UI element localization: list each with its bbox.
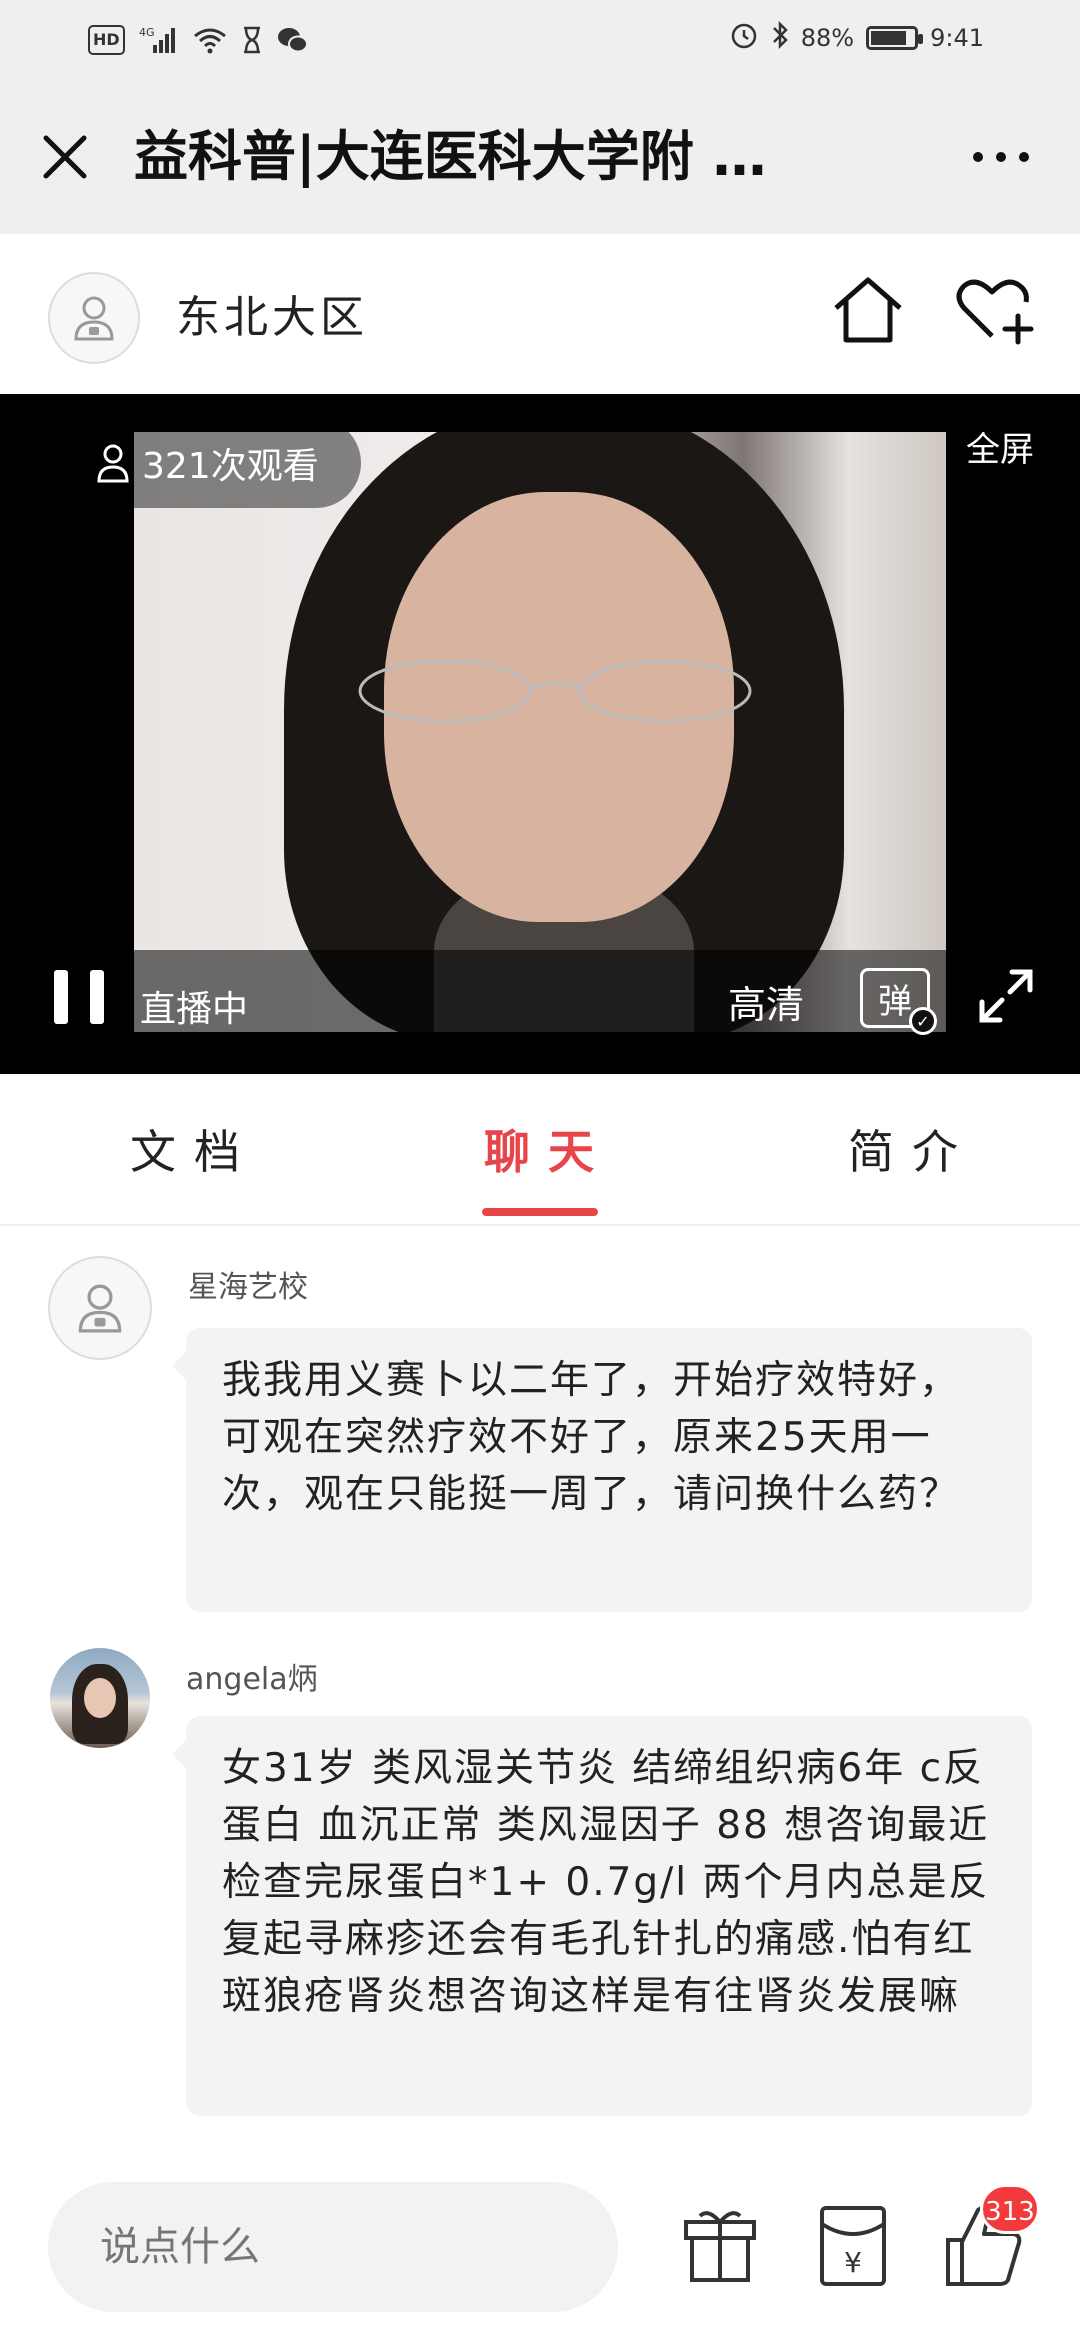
- user-icon: [74, 296, 114, 341]
- tab-intro[interactable]: 简介: [848, 1116, 976, 1182]
- alarm-icon: [729, 20, 759, 56]
- tab-docs[interactable]: 文档: [130, 1116, 258, 1182]
- gift-icon: [684, 2211, 756, 2282]
- hourglass-icon: [241, 20, 263, 60]
- viewer-count: 321次观看: [142, 446, 319, 487]
- message-bubble: 我我用义赛卜以二年了，开始疗效特好，可观在突然疗效不好了，原来25天用一次，观在…: [172, 1328, 1032, 1612]
- home-button[interactable]: [828, 270, 908, 350]
- close-icon: [43, 135, 87, 179]
- channel-name: 东北大区: [176, 292, 368, 343]
- video-controls: 直播中 高清 弹 ✓: [0, 950, 1080, 1074]
- title-bar: 益科普|大连医科大学附 …: [0, 82, 1080, 234]
- home-icon: [834, 277, 902, 343]
- red-packet-icon: ¥: [820, 2206, 886, 2286]
- expand-icon: [979, 969, 1033, 1023]
- video-frame: [134, 432, 946, 1032]
- content-tabs: 文档 聊天 简介: [0, 1074, 1080, 1226]
- more-button[interactable]: [956, 122, 1046, 192]
- viewer-count-badge: 321次观看: [86, 418, 361, 508]
- channel-bar: 东北大区: [0, 234, 1080, 394]
- status-bar: HD 4G 88% 9:41: [0, 0, 1080, 82]
- viewer-icon: [97, 444, 129, 483]
- battery-icon: [866, 26, 924, 50]
- message-bubble: 女31岁 类风湿关节炎 结缔组织病6年 c反蛋白 血沉正常 类风湿因子 88 想…: [172, 1716, 1032, 2116]
- fullscreen-label[interactable]: 全屏: [966, 422, 1034, 471]
- user-icon: [78, 1284, 122, 1333]
- avatar[interactable]: [48, 1256, 152, 1360]
- clock: 9:41: [930, 24, 984, 52]
- live-status: 直播中: [140, 989, 249, 1030]
- avatar[interactable]: [50, 1648, 150, 1748]
- comment-input[interactable]: [48, 2182, 618, 2312]
- close-button[interactable]: [30, 122, 100, 192]
- more-icon: [973, 152, 1029, 162]
- hd-badge: HD: [88, 25, 125, 55]
- page-title: 益科普|大连医科大学附 …: [134, 125, 767, 188]
- pause-button[interactable]: [54, 970, 104, 1030]
- channel-avatar[interactable]: [48, 272, 140, 364]
- bluetooth-icon: [771, 20, 789, 56]
- video-player[interactable]: 321次观看 全屏 直播中 高清 弹 ✓: [0, 394, 1080, 1074]
- follow-button[interactable]: [952, 270, 1038, 350]
- quality-button[interactable]: 高清: [728, 974, 804, 1029]
- status-left: HD 4G: [88, 20, 309, 60]
- heart-plus-icon: [956, 279, 1034, 345]
- danmu-label: 弹: [878, 981, 912, 1022]
- like-count-badge: 313: [980, 2184, 1040, 2234]
- expand-button[interactable]: [976, 966, 1036, 1026]
- red-packet-button[interactable]: ¥: [818, 2204, 888, 2288]
- wechat-icon: [277, 20, 309, 60]
- tab-chat[interactable]: 聊天: [484, 1116, 612, 1182]
- glasses-detail: [358, 659, 752, 723]
- network-type: 4G: [139, 26, 155, 39]
- danmu-toggle[interactable]: 弹 ✓: [860, 968, 937, 1035]
- bottom-bar: ¥ 313: [0, 2160, 1080, 2340]
- tab-underline: [482, 1208, 598, 1216]
- signal-icon: 4G: [139, 20, 179, 60]
- message-author: 星海艺校: [188, 1270, 308, 1305]
- message-author: angela炳: [186, 1662, 318, 1697]
- gift-button[interactable]: [680, 2206, 760, 2286]
- wifi-icon: [193, 20, 227, 60]
- svg-text:¥: ¥: [844, 2246, 862, 2279]
- battery-percent: 88%: [800, 24, 855, 52]
- status-right: 88% 9:41: [729, 20, 984, 56]
- check-icon: ✓: [909, 1007, 937, 1035]
